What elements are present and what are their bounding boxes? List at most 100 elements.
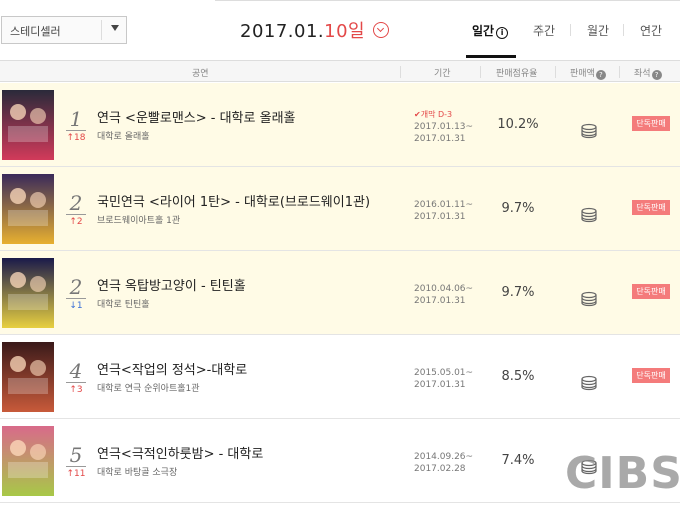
sales-share: 8.5% <box>501 369 535 384</box>
tab-weekly[interactable]: 주간 <box>533 22 555 39</box>
show-venue: 대학로 틴틴홀 <box>97 300 150 310</box>
exclusive-sale-badge[interactable]: 단독판매 <box>632 368 670 383</box>
period-end: 2017.02.28 <box>414 464 466 474</box>
rank-number: 1 <box>69 107 83 131</box>
show-title-link[interactable]: 연극 옥탑방고양이 - 틴틴홀 <box>97 275 246 294</box>
date-day: 10일 <box>324 21 366 42</box>
show-title-link[interactable]: 연극 <운빨로맨스> - 대학로 올래홀 <box>97 107 296 126</box>
poster-image[interactable] <box>2 90 54 160</box>
period-end: 2017.01.31 <box>414 380 466 390</box>
exclusive-sale-badge[interactable]: 단독판매 <box>632 116 670 131</box>
show-title-link[interactable]: 연극<극적인하룻밤> - 대학로 <box>97 443 263 462</box>
tab-monthly[interactable]: 월간 <box>587 22 609 39</box>
header-divider <box>619 66 620 78</box>
date-prefix: 2017.01. <box>240 21 325 42</box>
period-start: 2017.01.13~ <box>414 122 474 132</box>
coins-icon <box>580 123 598 139</box>
rank-number: 4 <box>69 359 83 383</box>
check-icon: ✔ <box>414 110 421 119</box>
sales-share: 9.7% <box>501 285 535 300</box>
header-divider <box>555 66 556 78</box>
table-row[interactable]: 2 ↓1 연극 옥탑방고양이 - 틴틴홀대학로 틴틴홀 2010.04.06~ 2017… <box>0 251 680 335</box>
exclusive-sale-badge[interactable]: 단독판매 <box>632 284 670 299</box>
tab-yearly[interactable]: 연간 <box>640 22 662 39</box>
column-sales-label: 판매액 <box>570 69 595 79</box>
sales-share: 7.4% <box>501 453 535 468</box>
info-icon[interactable]: i <box>496 27 509 39</box>
help-icon[interactable]: ? <box>651 70 662 80</box>
opening-badge: ✔개막 D-3 <box>414 109 452 120</box>
arrow-up-icon: ↑ <box>69 217 77 227</box>
coins-icon <box>580 207 598 223</box>
show-period: 2017.01.13~ 2017.01.31 <box>414 121 473 145</box>
sales-share: 10.2% <box>497 117 539 132</box>
tab-daily[interactable]: 일간 i <box>472 22 509 39</box>
poster-image[interactable] <box>2 342 54 412</box>
arrow-up-icon: ↑ <box>66 469 75 479</box>
period-start: 2016.01.11~ <box>414 200 474 210</box>
period-start: 2010.04.06~ <box>414 284 474 294</box>
show-venue: 대학로 바탕골 소극장 <box>97 468 178 478</box>
show-title-link[interactable]: 연극<작업의 정석>-대학로 <box>97 359 247 378</box>
arrow-up-icon: ↑ <box>69 385 77 395</box>
rank-number: 2 <box>69 275 83 299</box>
select-divider <box>101 20 102 40</box>
poster-image[interactable] <box>2 174 54 244</box>
category-select[interactable]: 스테디셀러 <box>1 16 127 44</box>
column-seats-label: 좌석 <box>634 69 651 79</box>
table-row[interactable]: 2 ↑2 국민연극 <라이어 1탄> - 대학로(브로드웨이1관) 브로드웨이아트홀 … <box>0 167 680 251</box>
tab-divider <box>570 24 571 36</box>
poster-image[interactable] <box>2 258 54 328</box>
rank-change-value: 18 <box>74 133 86 143</box>
arrow-down-icon: ↓ <box>69 301 77 311</box>
top-bar: 스테디셀러 2017.01.10일 일간 i 주간 월간 연간 <box>0 0 680 60</box>
tab-daily-label: 일간 <box>472 24 495 38</box>
watermark-logo: CIBS <box>565 448 680 499</box>
rank-change: ↑18 <box>64 133 88 143</box>
rank-underline <box>66 382 86 383</box>
column-period: 기간 <box>434 69 451 79</box>
date-dropdown-icon[interactable] <box>373 22 390 38</box>
rank-underline <box>66 298 86 299</box>
show-title-link[interactable]: 국민연극 <라이어 1탄> - 대학로(브로드웨이1관) <box>97 191 370 210</box>
header-divider <box>480 66 481 78</box>
coins-icon <box>580 291 598 307</box>
poster-image[interactable] <box>2 426 54 496</box>
rank-number: 2 <box>69 191 83 215</box>
column-share: 판매점유율 <box>496 69 538 79</box>
table-header: 공연 기간 판매점유율 판매액? 좌석? <box>0 60 680 82</box>
sales-share: 9.7% <box>501 201 535 216</box>
tab-divider <box>623 24 624 36</box>
arrow-up-icon: ↑ <box>66 133 75 143</box>
period-end: 2017.01.31 <box>414 134 466 144</box>
rank-change-value: 2 <box>76 217 83 227</box>
rank-change: ↑3 <box>64 385 88 395</box>
show-venue: 대학로 연극 순위아트홀1관 <box>97 384 200 394</box>
period-end: 2017.01.31 <box>414 296 466 306</box>
show-venue: 브로드웨이아트홀 1관 <box>97 216 181 226</box>
show-period: 2016.01.11~ 2017.01.31 <box>414 199 473 223</box>
column-seats: 좌석? <box>634 66 662 80</box>
rank-change: ↑2 <box>64 217 88 227</box>
column-sales: 판매액? <box>570 66 606 80</box>
chevron-down-icon <box>111 25 119 31</box>
date-display[interactable]: 2017.01.10일 <box>240 17 390 43</box>
exclusive-sale-badge[interactable]: 단독판매 <box>632 200 670 215</box>
period-start: 2015.05.01~ <box>414 368 474 378</box>
rank-underline <box>66 466 86 467</box>
period-tabs: 일간 i 주간 월간 연간 <box>455 0 680 60</box>
coins-icon <box>580 375 598 391</box>
category-select-value: 스테디셀러 <box>10 25 61 38</box>
period-start: 2014.09.26~ <box>414 452 474 462</box>
rank-change: ↑11 <box>64 469 88 479</box>
show-period: 2015.05.01~ 2017.01.31 <box>414 367 473 391</box>
rank-change-value: 3 <box>76 385 83 395</box>
table-row[interactable]: 4 ↑3 연극<작업의 정석>-대학로대학로 연극 순위아트홀1관 2015.05.0… <box>0 335 680 419</box>
rank-change-value: 11 <box>74 469 86 479</box>
rank-change: ↓1 <box>64 301 88 311</box>
rank-number: 5 <box>69 443 83 467</box>
show-period: 2014.09.26~ 2017.02.28 <box>414 451 473 475</box>
table-row[interactable]: 1 ↑18 연극 <운빨로맨스> - 대학로 올래홀 대학로 올래홀 ✔개막 D-3 20… <box>0 83 680 167</box>
rank-underline <box>66 214 86 215</box>
help-icon[interactable]: ? <box>595 70 606 80</box>
